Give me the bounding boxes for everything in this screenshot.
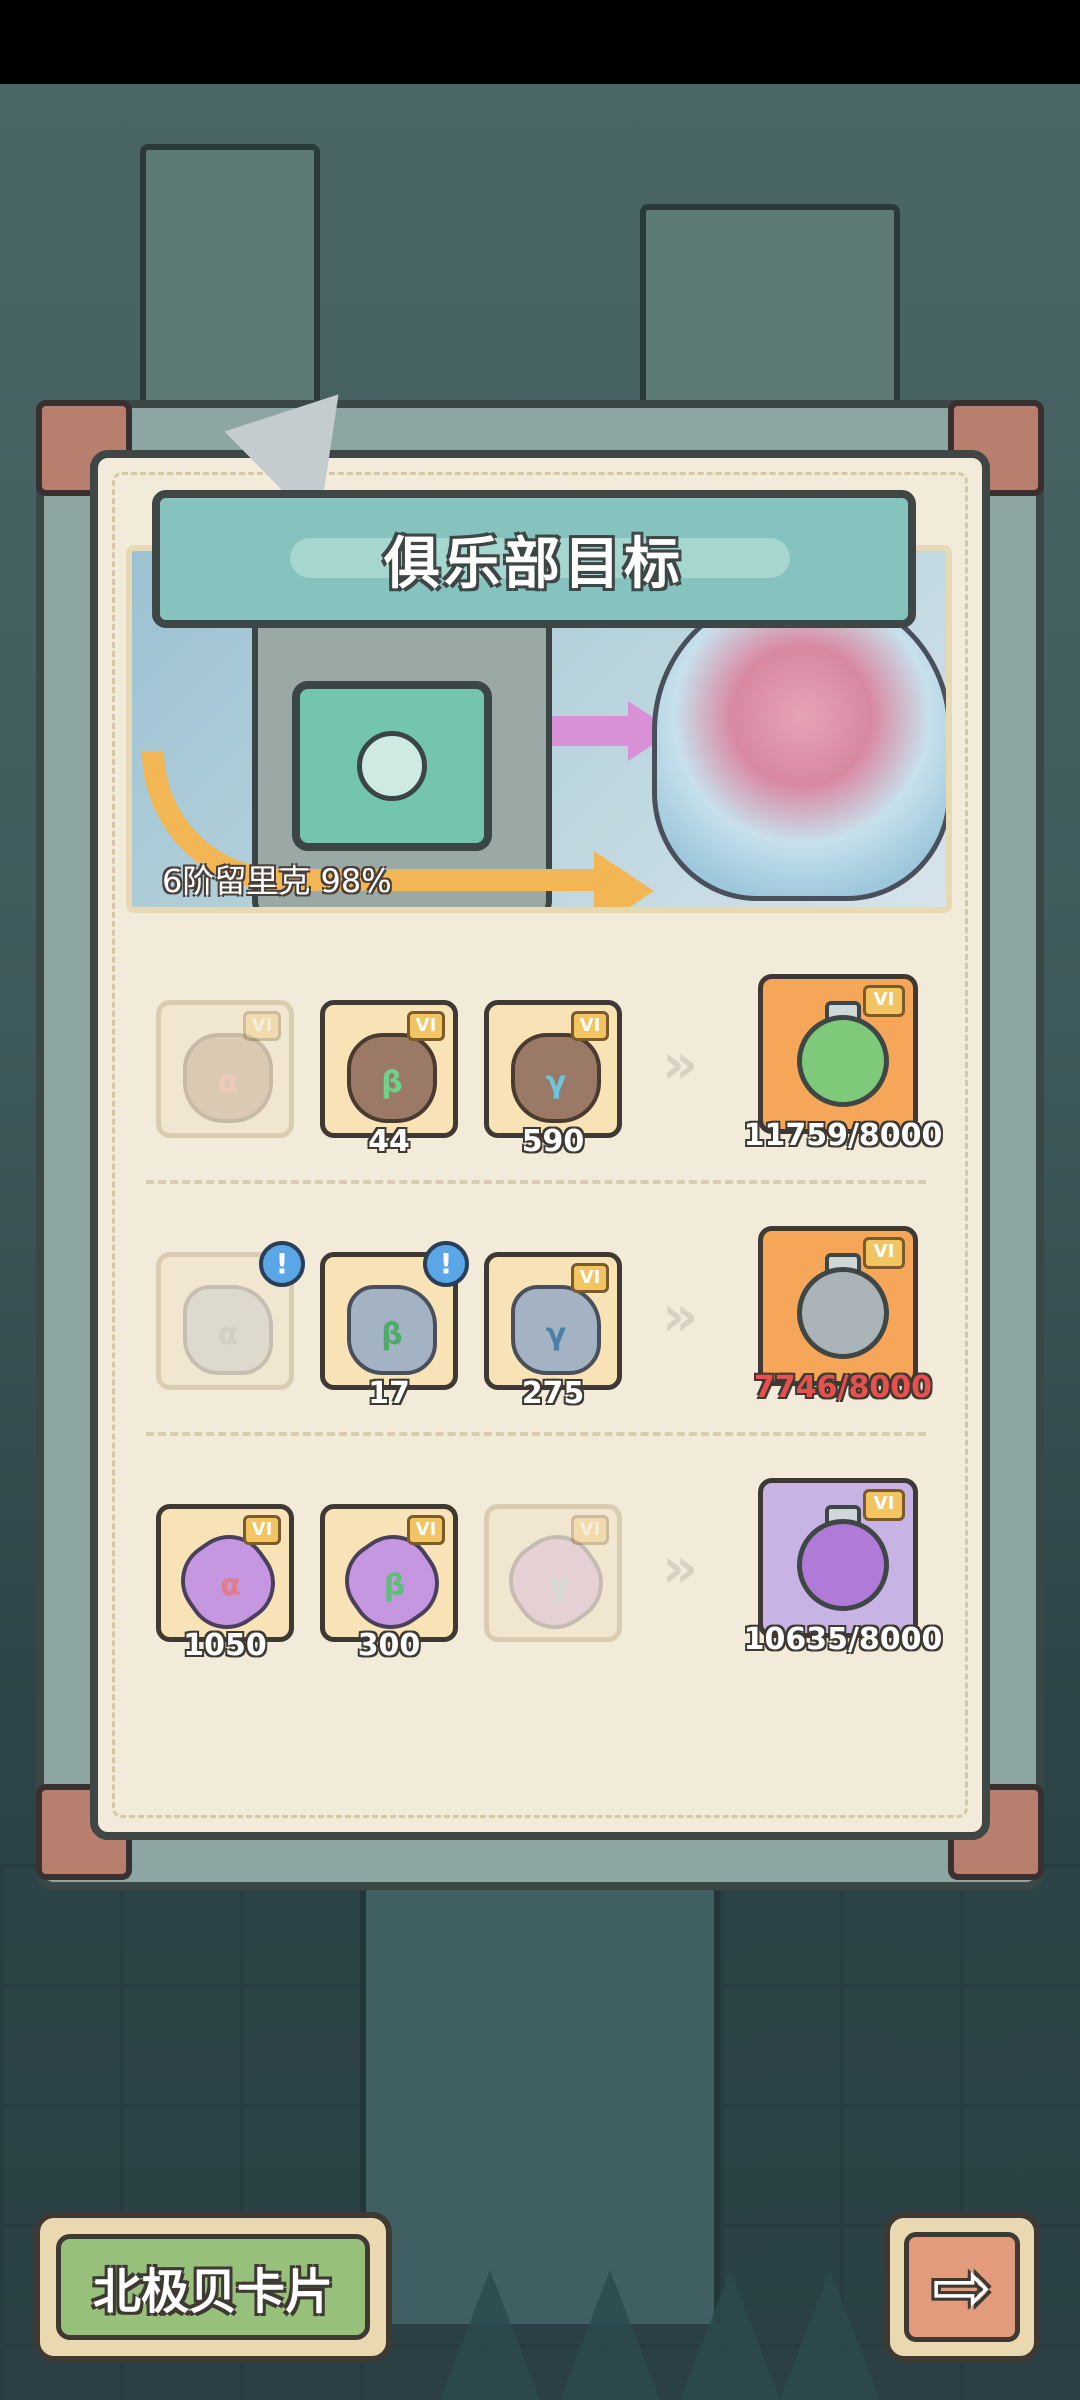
goal-progress-caption: 6阶留里克 98% — [162, 862, 392, 900]
result-flask-stone[interactable]: VI 7746/8000 — [754, 1226, 932, 1405]
transform-arrow — [552, 716, 632, 746]
stone-alpha-item[interactable]: α ! — [156, 1241, 305, 1390]
flask-icon — [797, 1267, 889, 1359]
row-divider — [146, 1432, 926, 1436]
bag-icon: β — [347, 1033, 437, 1123]
flask-icon — [797, 1519, 889, 1611]
stone-gamma-item[interactable]: γ VI 275 — [484, 1252, 622, 1411]
creature-illustration — [652, 591, 946, 901]
item-count: 1050 — [183, 1628, 267, 1663]
status-bar — [0, 0, 1080, 84]
tier-badge: VI — [863, 985, 905, 1017]
title-plate: 俱乐部目标 — [152, 490, 916, 628]
chevron-right-icon: » — [662, 1032, 698, 1097]
background-plant — [780, 2270, 880, 2400]
tier-badge: VI — [407, 1515, 445, 1545]
tier-badge: VI — [863, 1237, 905, 1269]
arctic-shell-card-label: 北极贝卡片 — [56, 2234, 370, 2340]
item-count: 590 — [521, 1124, 585, 1159]
item-count: 300 — [357, 1628, 421, 1663]
chevron-right-icon: » — [662, 1284, 698, 1349]
panel-title: 俱乐部目标 — [384, 531, 684, 597]
background-tower — [140, 144, 320, 444]
alert-badge-icon: ! — [259, 1241, 305, 1287]
background-plant — [680, 2270, 780, 2400]
result-progress: 7746/8000 — [754, 1370, 932, 1405]
tube-gamma-item[interactable]: γ VI — [484, 1504, 622, 1645]
bag-alpha-item[interactable]: α VI — [156, 1000, 294, 1138]
background-plant — [560, 2270, 660, 2400]
background-plant — [440, 2270, 540, 2400]
result-progress: 11759/8000 — [743, 1118, 943, 1153]
evolution-arrow-head — [594, 851, 654, 907]
bag-icon: γ — [511, 1033, 601, 1123]
result-flask-purple[interactable]: VI 10635/8000 — [744, 1478, 942, 1657]
item-count: 17 — [368, 1376, 410, 1411]
bag-gamma-item[interactable]: γ VI 590 — [484, 1000, 622, 1159]
tier-badge: VI — [571, 1515, 609, 1545]
tier-badge: VI — [571, 1011, 609, 1041]
next-button[interactable]: ⇨ — [884, 2212, 1040, 2362]
tube-alpha-item[interactable]: α VI 1050 — [156, 1504, 294, 1663]
tube-beta-item[interactable]: β VI 300 — [320, 1504, 458, 1663]
row-divider — [146, 1180, 926, 1184]
tier-badge: VI — [863, 1489, 905, 1521]
tier-badge: VI — [243, 1011, 281, 1041]
chevron-right-icon: » — [662, 1536, 698, 1601]
flask-icon — [797, 1015, 889, 1107]
background-column — [360, 1884, 720, 2324]
stone-icon: γ — [511, 1285, 601, 1375]
item-count: 44 — [368, 1124, 410, 1159]
item-count: 275 — [521, 1376, 585, 1411]
result-flask-green[interactable]: VI 11759/8000 — [744, 974, 942, 1153]
bag-beta-item[interactable]: β VI 44 — [320, 1000, 458, 1159]
tier-badge: VI — [571, 1263, 609, 1293]
bag-icon: α — [183, 1033, 273, 1123]
stone-icon: β — [347, 1285, 437, 1375]
stone-icon: α — [183, 1285, 273, 1375]
alert-badge-icon: ! — [423, 1241, 469, 1287]
stone-beta-item[interactable]: β ! 17 — [320, 1241, 469, 1411]
tier-badge: VI — [243, 1515, 281, 1545]
arctic-shell-card-button[interactable]: 北极贝卡片 — [34, 2212, 392, 2362]
right-arrow-icon: ⇨ — [904, 2232, 1020, 2342]
tier-badge: VI — [407, 1011, 445, 1041]
result-progress: 10635/8000 — [743, 1622, 943, 1657]
